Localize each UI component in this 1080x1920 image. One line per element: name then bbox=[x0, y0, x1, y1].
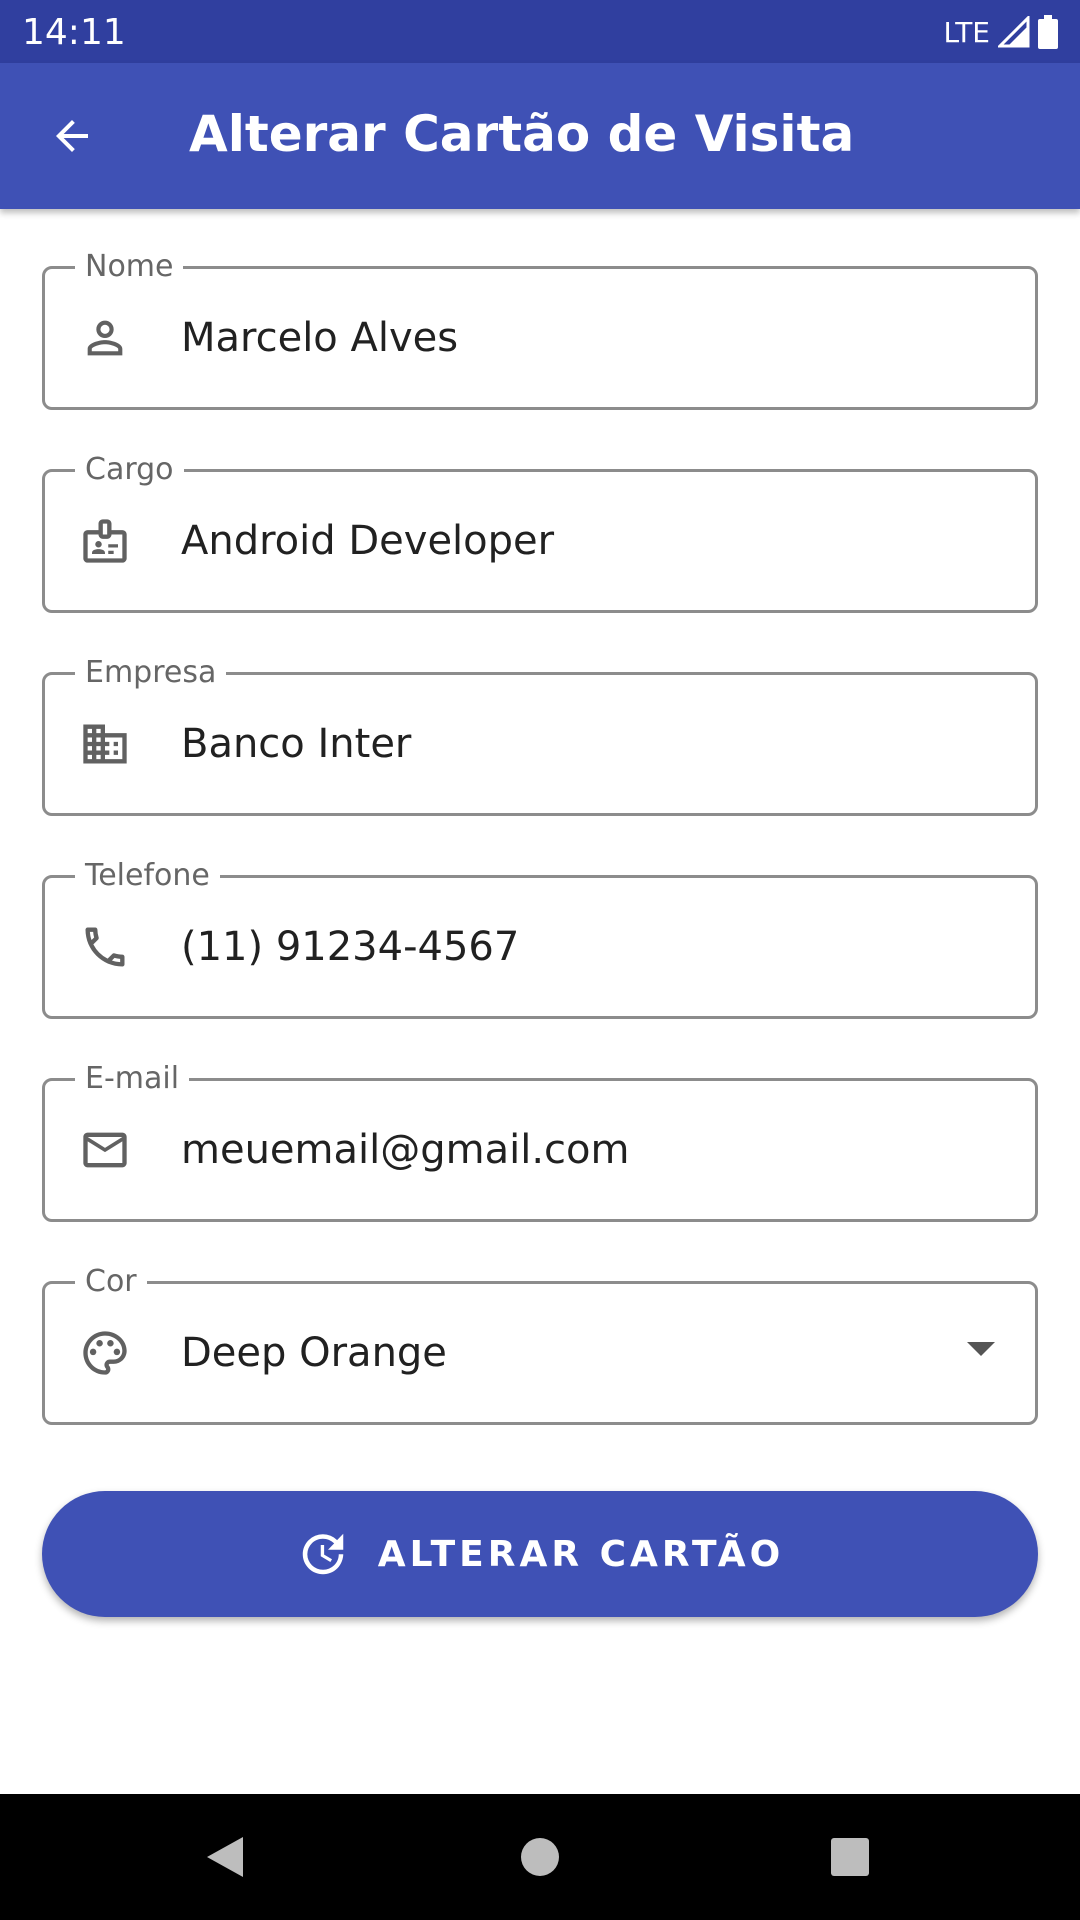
app-bar: Alterar Cartão de Visita bbox=[0, 63, 1080, 209]
alterar-cartao-label: ALTERAR CARTÃO bbox=[377, 1533, 785, 1575]
status-bar: 14:11 LTE bbox=[0, 0, 1080, 63]
dropdown-arrow-icon[interactable] bbox=[967, 1342, 995, 1356]
nav-back-button[interactable] bbox=[192, 1824, 258, 1890]
arrow-back-icon bbox=[56, 120, 88, 152]
telefone-input[interactable] bbox=[181, 922, 961, 972]
nome-field[interactable]: Nome bbox=[42, 245, 1038, 410]
email-field[interactable]: E-mail bbox=[42, 1057, 1038, 1222]
telefone-label: Telefone bbox=[75, 854, 220, 898]
cargo-label: Cargo bbox=[75, 448, 184, 492]
network-type: LTE bbox=[943, 15, 990, 49]
cor-dropdown[interactable]: Cor Deep Orange bbox=[42, 1260, 1038, 1425]
phone-icon bbox=[85, 927, 125, 967]
update-icon bbox=[302, 1533, 344, 1575]
nome-label: Nome bbox=[75, 245, 184, 289]
battery-icon bbox=[1038, 15, 1058, 49]
alterar-cartao-button[interactable]: ALTERAR CARTÃO bbox=[42, 1491, 1038, 1617]
empresa-field[interactable]: Empresa bbox=[42, 651, 1038, 816]
email-input[interactable] bbox=[181, 1125, 961, 1175]
email-label: E-mail bbox=[75, 1057, 190, 1101]
nav-home-button[interactable] bbox=[507, 1824, 573, 1890]
nav-home-icon bbox=[521, 1838, 559, 1876]
empresa-input[interactable] bbox=[181, 719, 961, 769]
cargo-field[interactable]: Cargo bbox=[42, 448, 1038, 613]
nav-recents-icon bbox=[831, 1838, 869, 1876]
page-title: Alterar Cartão de Visita bbox=[189, 105, 855, 163]
business-icon bbox=[83, 724, 127, 764]
mail-icon bbox=[83, 1132, 127, 1168]
status-icons: LTE bbox=[943, 12, 1058, 52]
telefone-field[interactable]: Telefone bbox=[42, 854, 1038, 1019]
system-nav-bar bbox=[0, 1794, 1080, 1920]
nav-recents-button[interactable] bbox=[817, 1824, 883, 1890]
signal-icon bbox=[998, 16, 1030, 48]
nav-back-icon bbox=[207, 1837, 243, 1877]
person-icon bbox=[87, 320, 123, 356]
empresa-label: Empresa bbox=[75, 651, 227, 695]
cargo-input[interactable] bbox=[181, 516, 961, 566]
status-time: 14:11 bbox=[22, 12, 126, 53]
badge-icon bbox=[83, 519, 127, 563]
back-button[interactable] bbox=[24, 100, 120, 172]
nome-input[interactable] bbox=[181, 313, 961, 363]
cor-label: Cor bbox=[75, 1260, 147, 1304]
palette-icon bbox=[83, 1331, 127, 1375]
cor-selected-value: Deep Orange bbox=[181, 1330, 447, 1376]
